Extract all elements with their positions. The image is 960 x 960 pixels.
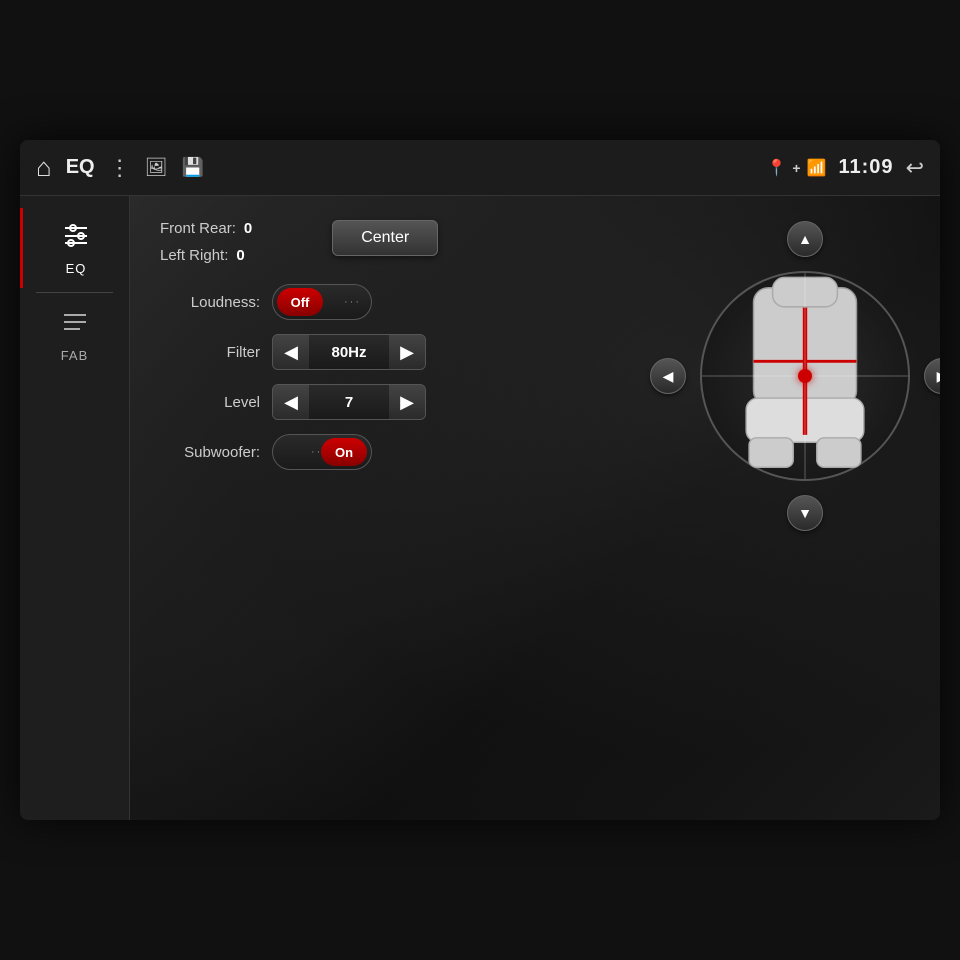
fab-icon [60,309,90,344]
arrow-down-button[interactable]: ▼ [787,495,823,531]
front-rear-row: Front Rear: 0 [160,220,252,237]
level-label: Level [160,394,260,411]
level-stepper: ◀ 7 ▶ [272,384,426,420]
top-bar-right: 📍 + 📶 11:09 ↩ [766,155,924,181]
sidebar-divider [36,292,112,293]
main-content: EQ FAB Front Rear: [20,196,940,820]
time-display: 11:09 [839,156,894,179]
bluetooth-icon: + [792,160,800,176]
left-right-value: 0 [236,247,244,264]
arrow-right-icon: ▶ [937,368,940,385]
wifi-icon: 📶 [807,158,827,178]
arrow-right-button[interactable]: ▶ [924,358,940,394]
sidebar-item-eq[interactable]: EQ [20,208,129,288]
level-decrement-button[interactable]: ◀ [273,384,309,420]
center-button[interactable]: Center [332,220,438,256]
filter-increment-button[interactable]: ▶ [389,334,425,370]
level-value: 7 [309,394,389,411]
filter-label: Filter [160,344,260,361]
arrow-down-icon: ▼ [798,505,812,521]
top-bar-left: ⌂ EQ ⋮ 🖼 💾 [36,152,204,183]
filter-decrement-button[interactable]: ◀ [273,334,309,370]
eq-icon [61,220,91,257]
home-icon[interactable]: ⌂ [36,152,52,183]
content-panel: Front Rear: 0 Left Right: 0 Center ▲ [130,196,940,820]
top-bar: ⌂ EQ ⋮ 🖼 💾 📍 + 📶 11:09 ↩ [20,140,940,196]
eq-title: EQ [66,156,95,179]
sidebar: EQ FAB [20,196,130,820]
subwoofer-knob: On [321,438,367,466]
gps-icon: 📍 [766,158,786,178]
left-right-row: Left Right: 0 [160,247,252,264]
front-rear-label: Front Rear: [160,220,236,237]
gallery-icon[interactable]: 🖼 [145,157,168,178]
loudness-dots: ··· [344,296,361,308]
eq-label: EQ [66,261,87,276]
arrow-up-button[interactable]: ▲ [787,221,823,257]
front-rear-value: 0 [244,220,252,237]
status-icons: 📍 + 📶 [766,158,826,178]
level-increment-button[interactable]: ▶ [389,384,425,420]
arrow-left-icon: ◀ [663,368,674,385]
loudness-knob: Off [277,288,323,316]
sd-icon[interactable]: 💾 [181,157,203,178]
center-dot [798,369,812,383]
filter-value: 80Hz [309,344,389,361]
left-right-label: Left Right: [160,247,228,264]
sidebar-item-fab[interactable]: FAB [20,297,129,375]
balance-labels: Front Rear: 0 Left Right: 0 [160,216,252,264]
arrow-left-button[interactable]: ◀ [650,358,686,394]
back-icon[interactable]: ↩ [906,155,924,181]
level-row: Level ◀ 7 ▶ [160,384,910,420]
screen-wrapper: ⌂ EQ ⋮ 🖼 💾 📍 + 📶 11:09 ↩ [20,140,940,820]
arrow-up-icon: ▲ [798,231,812,247]
fab-label: FAB [61,348,89,363]
loudness-row: Loudness: Off ··· [160,284,910,320]
loudness-toggle[interactable]: Off ··· [272,284,372,320]
loudness-label: Loudness: [160,294,260,311]
subwoofer-label: Subwoofer: [160,444,260,461]
subwoofer-row: Subwoofer: ··· On [160,434,910,470]
filter-stepper: ◀ 80Hz ▶ [272,334,426,370]
filter-row: Filter ◀ 80Hz ▶ [160,334,910,370]
menu-icon[interactable]: ⋮ [109,155,131,181]
subwoofer-toggle[interactable]: ··· On [272,434,372,470]
